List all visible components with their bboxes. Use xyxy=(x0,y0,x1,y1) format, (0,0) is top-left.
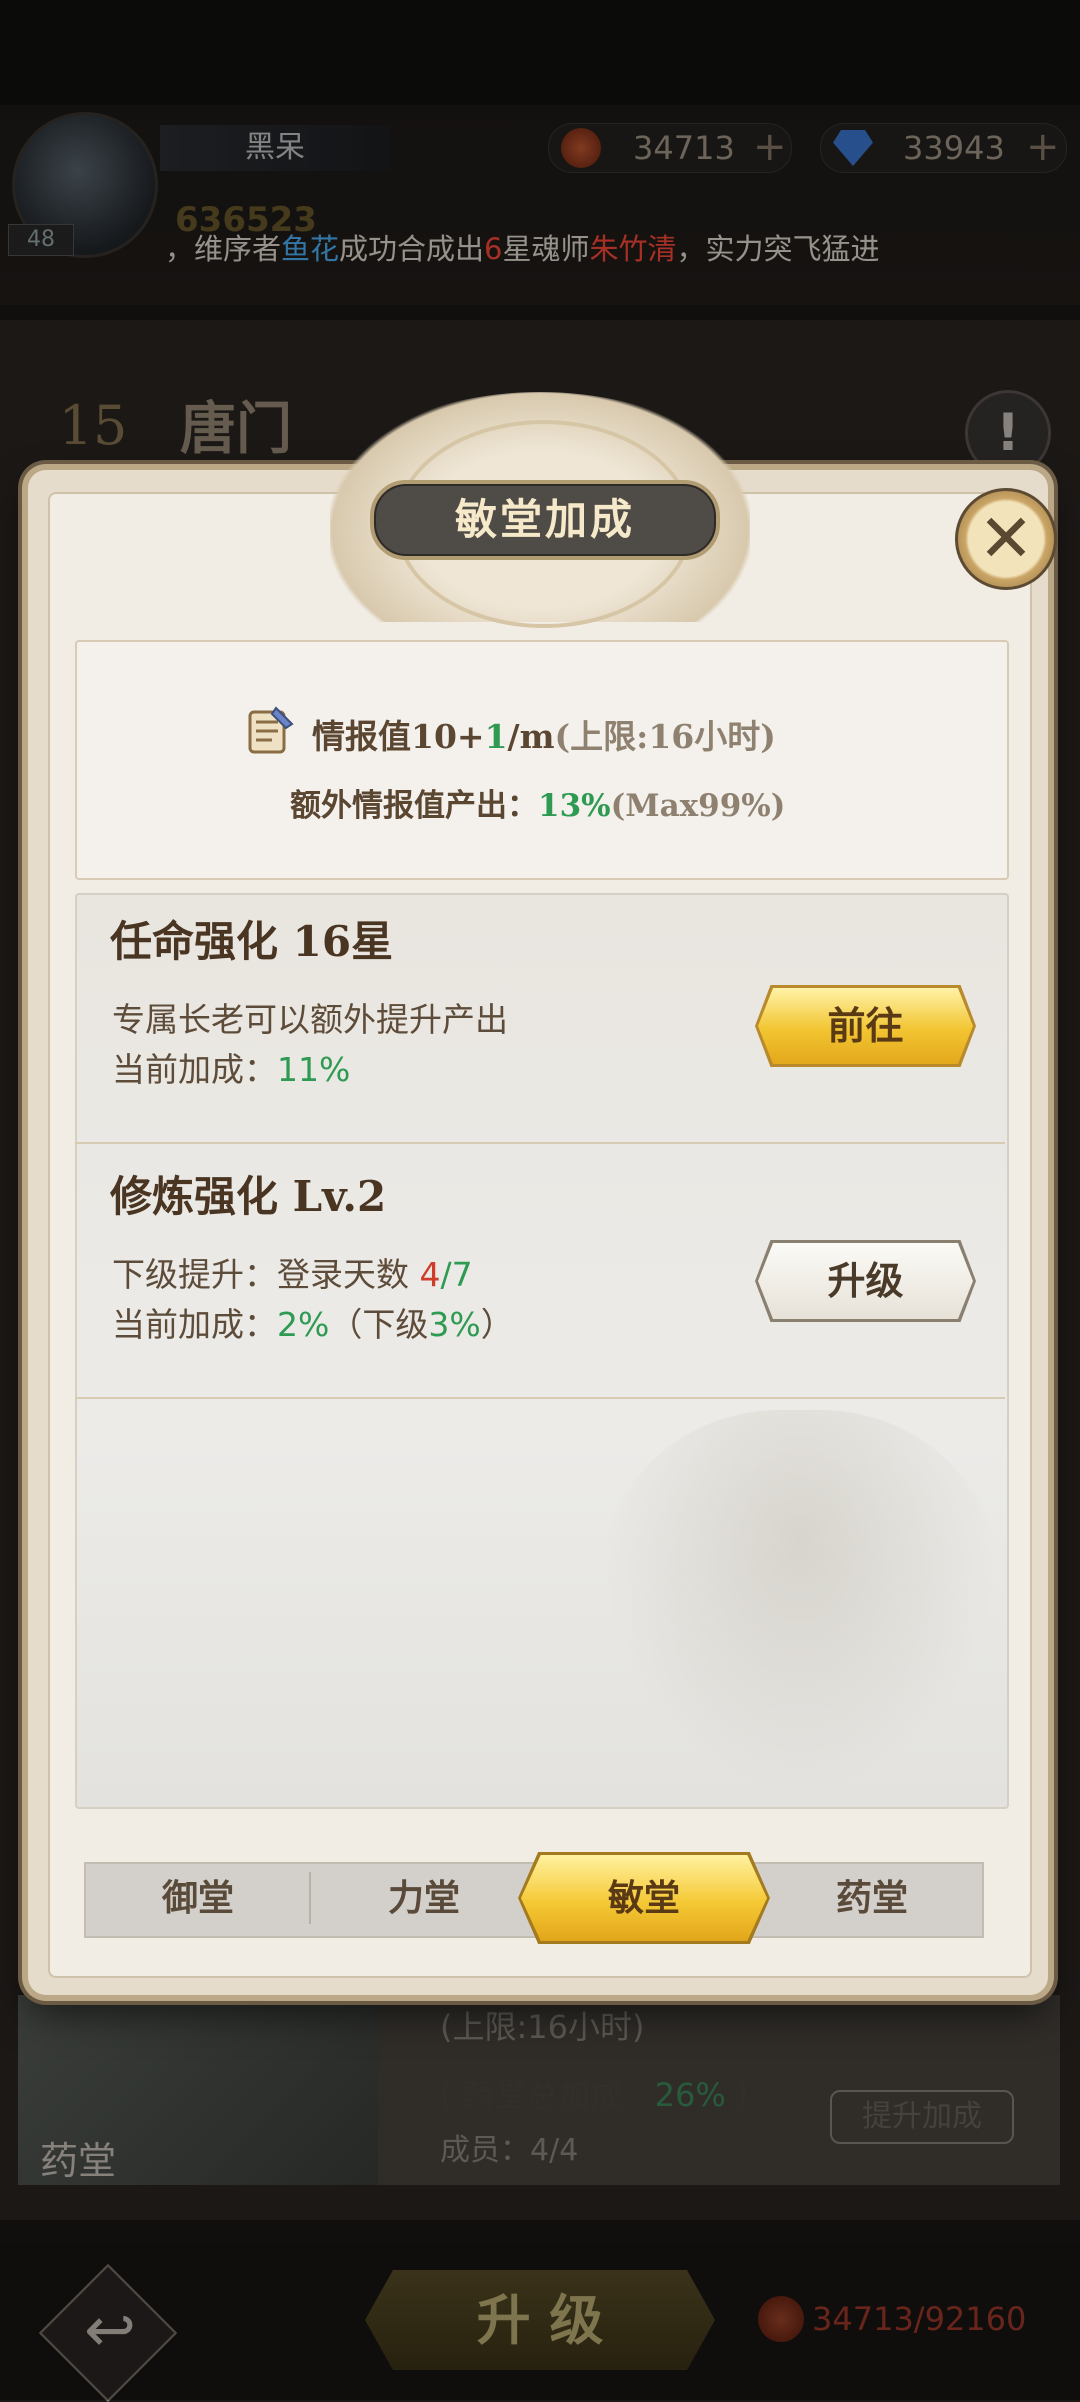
next-label: 下级提升：登录天数 xyxy=(112,1255,420,1294)
intel-extra-value: 13% xyxy=(538,788,611,824)
bonus-label: 当前加成： xyxy=(112,1305,277,1344)
modal-title: 敏堂加成 xyxy=(370,480,720,560)
login-days-total: 7 xyxy=(451,1255,473,1294)
next-close: ） xyxy=(480,1305,514,1344)
tab-mintang[interactable]: 敏堂 xyxy=(521,1855,767,1941)
intel-rate-text: 情报值10+1/m(上限:16小时) xyxy=(312,710,776,758)
bonus-label: 当前加成： xyxy=(112,1050,277,1089)
appoint-current-bonus: 当前加成：11% xyxy=(112,1043,350,1091)
upgrade-button[interactable]: 升级 xyxy=(758,1243,973,1319)
training-title: 修炼强化 Lv.2 xyxy=(110,1172,387,1221)
tab-yutang[interactable]: 御堂 xyxy=(86,1862,310,1934)
intel-rate-unit: /m xyxy=(507,717,555,756)
tab-separator xyxy=(309,1872,311,1924)
intel-extra-label: 额外情报值产出： xyxy=(290,788,538,824)
scroll-icon xyxy=(248,706,294,754)
bonus-value: 2% xyxy=(277,1305,330,1344)
login-days-sep: / xyxy=(440,1255,452,1294)
row-divider xyxy=(75,1142,1005,1144)
character-watermark xyxy=(600,1410,1000,1790)
login-days-current: 4 xyxy=(419,1255,441,1294)
next-bonus-value: 3% xyxy=(428,1305,481,1344)
intel-rate-value: 1 xyxy=(484,717,508,756)
intel-extra-max: (Max99%) xyxy=(610,788,786,824)
appoint-title: 任命强化 16星 xyxy=(110,917,394,966)
next-open: （下级 xyxy=(329,1305,429,1344)
intel-extra-text: 额外情报值产出：13%(Max99%) xyxy=(290,780,785,825)
bonus-value: 11% xyxy=(277,1050,351,1089)
training-current-bonus: 当前加成：2%（下级3%） xyxy=(112,1298,514,1346)
training-next-requirement: 下级提升：登录天数 4/7 xyxy=(112,1248,473,1296)
intel-info-box xyxy=(75,640,1009,880)
tab-yaotang[interactable]: 药堂 xyxy=(760,1862,984,1934)
appoint-desc: 专属长老可以额外提升产出 xyxy=(112,1000,508,1039)
intel-rate-limit: (上限:16小时) xyxy=(554,717,776,756)
tab-litang[interactable]: 力堂 xyxy=(312,1862,536,1934)
close-icon[interactable]: ✕ xyxy=(955,488,1057,590)
go-button[interactable]: 前往 xyxy=(758,988,973,1064)
intel-rate-label: 情报值10+ xyxy=(312,717,485,756)
row-divider xyxy=(75,1397,1005,1399)
